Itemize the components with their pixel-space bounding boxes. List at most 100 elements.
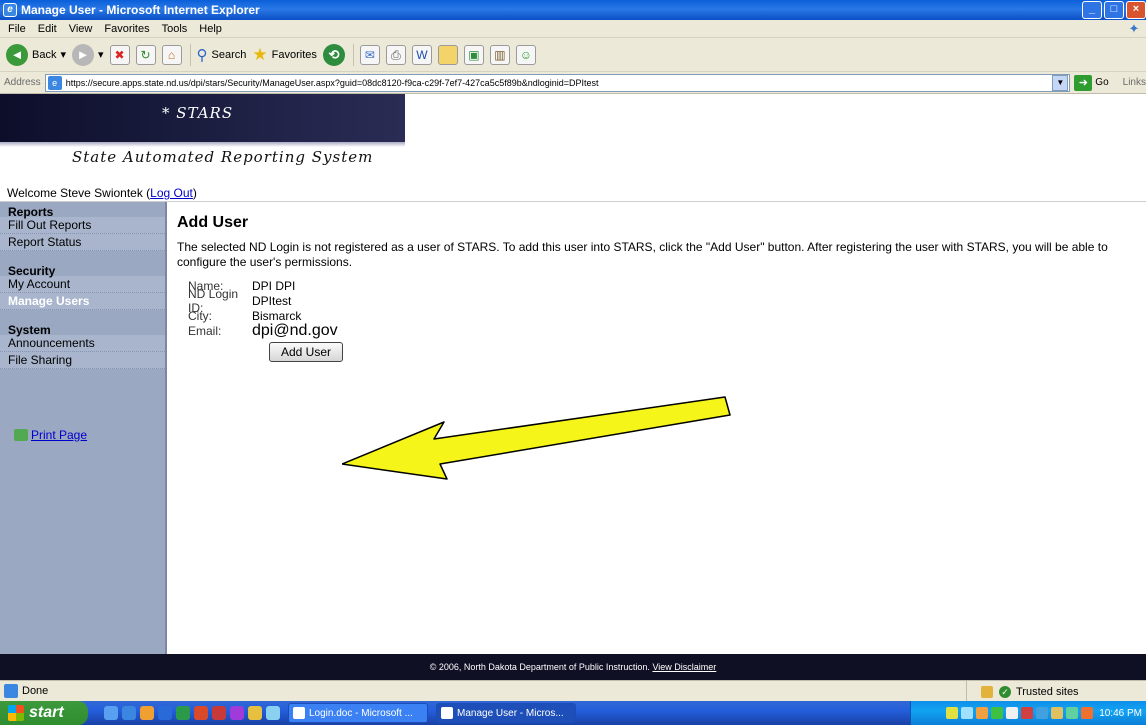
sidebar-item-manage-users[interactable]: Manage Users: [0, 293, 165, 310]
ie-icon: [441, 707, 453, 719]
system-tray: 10:46 PM: [910, 701, 1146, 725]
messenger-button[interactable]: ☺: [515, 44, 536, 65]
page-button[interactable]: ▣: [463, 44, 484, 65]
favorites-label: Favorites: [271, 48, 317, 61]
refresh-icon: ↻: [135, 44, 156, 65]
welcome-message: Welcome Steve Swiontek (Log Out): [7, 186, 197, 200]
task-label: Login.doc - Microsoft ...: [309, 707, 413, 719]
tray-icon[interactable]: [946, 707, 959, 719]
printer-icon: ⎙: [385, 44, 406, 65]
toolbar-separator: [352, 43, 354, 66]
window-controls: _ □ ×: [1082, 1, 1146, 19]
back-button[interactable]: ◄ Back ▾: [6, 43, 66, 66]
zone-label: Trusted sites: [1016, 685, 1079, 698]
info-row-login: ND Login ID: DPItest: [188, 287, 1137, 315]
mail-button[interactable]: ✉: [359, 44, 380, 65]
links-button[interactable]: Links: [1123, 77, 1146, 88]
sidebar-item-announcements[interactable]: Announcements: [0, 335, 165, 352]
sidebar-item-file-sharing[interactable]: File Sharing: [0, 352, 165, 369]
favorites-star-icon: ★: [252, 44, 268, 64]
sidebar-item-fill-out-reports[interactable]: Fill Out Reports: [0, 217, 165, 234]
tray-icon[interactable]: [976, 707, 989, 719]
menu-tools[interactable]: Tools: [162, 23, 188, 35]
address-dropdown-icon[interactable]: ▼: [1052, 74, 1069, 91]
login-id-value: DPItest: [252, 293, 292, 308]
view-disclaimer-link[interactable]: View Disclaimer: [652, 662, 716, 672]
city-label: City:: [188, 308, 212, 323]
welcome-text: Welcome Steve Swiontek (: [7, 186, 151, 200]
close-button[interactable]: ×: [1126, 1, 1146, 19]
go-button[interactable]: ➜ Go: [1074, 74, 1109, 91]
ie-icon[interactable]: [122, 706, 136, 720]
home-button[interactable]: ⌂: [161, 44, 182, 65]
logout-link[interactable]: Log Out: [150, 186, 193, 200]
stars-logo: * STARS: [162, 104, 234, 122]
research-button[interactable]: ▥: [489, 44, 510, 65]
menu-view[interactable]: View: [69, 23, 93, 35]
search-button[interactable]: ⚲ Search: [197, 46, 247, 64]
quick-launch-icon[interactable]: [212, 706, 226, 720]
books-icon: ▥: [489, 44, 510, 65]
address-input[interactable]: e https://secure.apps.state.nd.us/dpi/st…: [44, 73, 1071, 92]
sidebar-item-report-status[interactable]: Report Status: [0, 234, 165, 251]
forward-button[interactable]: ► ▾: [72, 43, 104, 66]
print-page-label[interactable]: Print Page: [31, 428, 87, 442]
tray-icon[interactable]: [1081, 707, 1094, 719]
user-info: Name: DPI DPI ND Login ID: DPItest City:…: [188, 278, 1137, 339]
minimize-button[interactable]: _: [1082, 1, 1102, 19]
tray-icon[interactable]: [1036, 707, 1049, 719]
go-label: Go: [1095, 77, 1109, 88]
forward-dropdown-icon[interactable]: ▾: [98, 48, 104, 61]
menu-help[interactable]: Help: [199, 23, 222, 35]
page-icon: ▣: [463, 44, 484, 65]
menu-favorites[interactable]: Favorites: [104, 23, 149, 35]
word-icon: W: [411, 44, 432, 65]
search-label: Search: [211, 48, 247, 61]
sidebar-item-my-account[interactable]: My Account: [0, 276, 165, 293]
print-toolbar-button[interactable]: ⎙: [385, 44, 406, 65]
tray-icon[interactable]: [1021, 707, 1034, 719]
quick-launch-icon[interactable]: [230, 706, 244, 720]
address-label: Address: [4, 77, 41, 88]
tray-icon[interactable]: [1066, 707, 1079, 719]
maximize-button[interactable]: □: [1104, 1, 1124, 19]
back-dropdown-icon[interactable]: ▾: [60, 48, 66, 61]
edit-word-button[interactable]: W: [411, 44, 432, 65]
excel-icon[interactable]: [176, 706, 190, 720]
print-page-link[interactable]: Print Page: [14, 428, 87, 442]
stars-banner: * STARS: [0, 94, 405, 142]
windows-logo-icon: ✦: [1128, 21, 1140, 36]
start-button[interactable]: start: [0, 701, 88, 725]
go-arrow-icon: ➜: [1074, 74, 1093, 91]
quick-launch: [104, 706, 280, 720]
folder-button[interactable]: [437, 44, 458, 65]
task-manage-user[interactable]: Manage User - Micros...: [436, 703, 576, 723]
refresh-button[interactable]: ↻: [135, 44, 156, 65]
page-title: Add User: [177, 214, 249, 231]
lock-icon: [981, 685, 993, 698]
powerpoint-icon[interactable]: [194, 706, 208, 720]
tray-icon[interactable]: [1006, 707, 1019, 719]
tray-icon[interactable]: [991, 707, 1004, 719]
favorites-button[interactable]: ★ Favorites: [252, 45, 317, 65]
menu-file[interactable]: File: [8, 23, 26, 35]
tray-icons: [946, 707, 1094, 719]
quick-launch-icon[interactable]: [140, 706, 154, 720]
task-login-doc[interactable]: Login.doc - Microsoft ...: [288, 703, 428, 723]
menu-edit[interactable]: Edit: [38, 23, 57, 35]
word-icon[interactable]: [158, 706, 172, 720]
network-icon[interactable]: [961, 707, 974, 719]
annotation-arrow-icon: [342, 396, 731, 480]
add-user-button[interactable]: Add User: [269, 342, 343, 362]
history-button[interactable]: ⟲: [322, 43, 345, 66]
clock[interactable]: 10:46 PM: [1099, 708, 1142, 719]
stop-icon: ✖: [109, 44, 130, 65]
quick-launch-icon[interactable]: [104, 706, 118, 720]
tray-icon[interactable]: [1051, 707, 1064, 719]
status-text: Done: [22, 685, 49, 697]
email-label: Email:: [188, 323, 222, 338]
stop-button[interactable]: ✖: [109, 44, 130, 65]
quick-launch-icon[interactable]: [248, 706, 262, 720]
quick-launch-icon[interactable]: [266, 706, 280, 720]
